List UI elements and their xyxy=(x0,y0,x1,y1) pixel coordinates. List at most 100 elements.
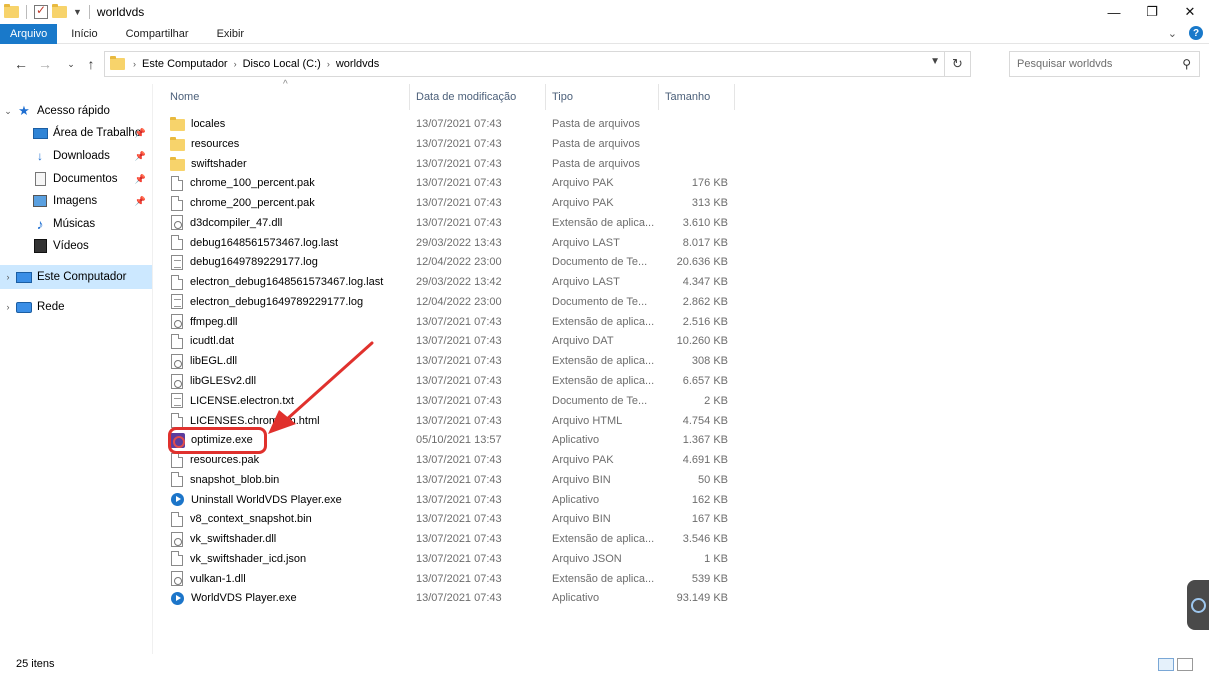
videos-icon xyxy=(32,239,48,253)
file-row[interactable]: WorldVDS Player.exe 13/07/2021 07:43 Aplic… xyxy=(164,588,744,608)
minimize-button[interactable]: — xyxy=(1095,0,1133,24)
file-row[interactable]: swiftshader 13/07/2021 07:43 Pasta de arqu… xyxy=(164,154,744,174)
file-name-cell[interactable]: debug1648561573467.log.last xyxy=(170,235,338,251)
file-name-cell[interactable]: swiftshader xyxy=(170,156,247,171)
tab-arquivo[interactable]: Arquivo xyxy=(0,24,58,44)
file-row[interactable]: v8_context_snapshot.bin 13/07/2021 07:43 A… xyxy=(164,509,744,529)
file-name-cell[interactable]: chrome_200_percent.pak xyxy=(170,195,315,211)
sidebar-item-videos[interactable]: Vídeos xyxy=(0,235,152,257)
expand-chevron-icon[interactable]: ⌄ xyxy=(0,106,16,117)
file-name-cell[interactable]: d3dcompiler_47.dll xyxy=(170,215,282,231)
file-name-cell[interactable]: snapshot_blob.bin xyxy=(170,472,279,488)
expand-chevron-icon[interactable]: › xyxy=(0,272,16,282)
file-row[interactable]: vk_swiftshader_icd.json 13/07/2021 07:43 A… xyxy=(164,549,744,569)
new-folder-icon[interactable] xyxy=(52,4,67,18)
file-row[interactable]: electron_debug1649789229177.log 12/04/202… xyxy=(164,292,744,312)
forward-button[interactable]: → xyxy=(34,53,56,75)
file-type: Arquivo LAST xyxy=(552,236,620,249)
sidebar-item-rede[interactable]: › Rede xyxy=(0,296,152,318)
recent-locations-button[interactable]: ⌄ xyxy=(60,53,82,75)
remote-session-tab[interactable] xyxy=(1187,580,1209,630)
up-button[interactable]: ↑ xyxy=(80,53,102,75)
large-icons-view-button[interactable] xyxy=(1177,658,1193,671)
sidebar-item-imagens[interactable]: Imagens 📌 xyxy=(0,190,152,212)
customize-toolbar-icon[interactable]: ▼ xyxy=(73,7,82,17)
file-name-cell[interactable]: WorldVDS Player.exe xyxy=(170,591,297,605)
refresh-button[interactable]: ↻ xyxy=(944,52,970,76)
file-name-cell[interactable]: chrome_100_percent.pak xyxy=(170,175,315,191)
column-header-name[interactable]: Nome xyxy=(164,84,410,110)
file-row[interactable]: ffmpeg.dll 13/07/2021 07:43 Extensão de ap… xyxy=(164,312,744,332)
breadcrumb-disco-local[interactable]: Disco Local (C:) xyxy=(239,58,325,70)
sidebar-item-documentos[interactable]: Documentos 📌 xyxy=(0,168,152,190)
file-row[interactable]: vulkan-1.dll 13/07/2021 07:43 Extensão de … xyxy=(164,569,744,589)
file-row[interactable]: electron_debug1648561573467.log.last 29/0… xyxy=(164,272,744,292)
file-row[interactable]: debug1649789229177.log 12/04/2022 23:00 Do… xyxy=(164,252,744,272)
address-dropdown-icon[interactable]: ▼ xyxy=(930,56,940,67)
sidebar-item-este-computador[interactable]: › Este Computador xyxy=(0,265,152,289)
file-name-cell[interactable]: locales xyxy=(170,117,225,131)
file-row[interactable]: Uninstall WorldVDS Player.exe 13/07/2021 … xyxy=(164,490,744,510)
file-name-cell[interactable]: Uninstall WorldVDS Player.exe xyxy=(170,493,342,507)
search-box[interactable]: ⚲ xyxy=(1009,51,1200,77)
file-row[interactable]: resources 13/07/2021 07:43 Pasta de arquiv… xyxy=(164,134,744,154)
maximize-button[interactable]: ❐ xyxy=(1133,0,1171,24)
column-header-date[interactable]: Data de modificação xyxy=(410,84,546,110)
breadcrumb-separator[interactable]: › xyxy=(325,59,332,69)
file-row[interactable]: chrome_200_percent.pak 13/07/2021 07:43 Ar… xyxy=(164,193,744,213)
breadcrumb-este-computador[interactable]: Este Computador xyxy=(138,58,232,70)
file-row[interactable]: debug1648561573467.log.last 29/03/2022 13… xyxy=(164,233,744,253)
sidebar-item-acesso-rapido[interactable]: ⌄ ★ Acesso rápido xyxy=(0,100,152,122)
back-button[interactable]: ← xyxy=(10,53,32,75)
column-header-size[interactable]: Tamanho xyxy=(659,84,735,110)
sidebar-item-downloads[interactable]: ↓ Downloads 📌 xyxy=(0,145,152,167)
close-button[interactable]: ✕ xyxy=(1171,0,1209,24)
file-row[interactable]: d3dcompiler_47.dll 13/07/2021 07:43 Extens… xyxy=(164,213,744,233)
file-row[interactable]: LICENSE.electron.txt 13/07/2021 07:43 Docu… xyxy=(164,391,744,411)
file-type: Extensão de aplica... xyxy=(552,315,655,328)
file-row[interactable]: vk_swiftshader.dll 13/07/2021 07:43 Extens… xyxy=(164,529,744,549)
details-view-button[interactable] xyxy=(1158,658,1174,671)
tab-compartilhar[interactable]: Compartilhar xyxy=(112,24,203,44)
file-row[interactable]: locales 13/07/2021 07:43 Pasta de arquivos xyxy=(164,114,744,134)
file-name-cell[interactable]: vk_swiftshader.dll xyxy=(170,531,276,547)
file-row[interactable]: chrome_100_percent.pak 13/07/2021 07:43 Ar… xyxy=(164,173,744,193)
file-name-cell[interactable]: v8_context_snapshot.bin xyxy=(170,511,312,527)
address-bar[interactable]: › Este Computador › Disco Local (C:) › w… xyxy=(104,51,971,77)
sidebar-item-musicas[interactable]: ♪ Músicas xyxy=(0,213,152,235)
properties-icon[interactable] xyxy=(34,3,48,19)
search-icon[interactable]: ⚲ xyxy=(1182,57,1191,71)
file-name-cell[interactable]: LICENSES.chromium.html xyxy=(170,413,320,429)
desktop-icon xyxy=(32,126,48,140)
expand-ribbon-icon[interactable]: ⌄ xyxy=(1168,27,1177,40)
search-input[interactable] xyxy=(1017,58,1177,70)
file-name-cell[interactable]: vulkan-1.dll xyxy=(170,571,246,587)
file-row[interactable]: snapshot_blob.bin 13/07/2021 07:43 Arquivo… xyxy=(164,470,744,490)
file-type: Extensão de aplica... xyxy=(552,375,655,387)
file-name-cell[interactable]: electron_debug1649789229177.log xyxy=(170,294,363,310)
file-name-cell[interactable]: resources.pak xyxy=(170,452,259,468)
file-name-cell[interactable]: libEGL.dll xyxy=(170,353,237,369)
file-name-cell[interactable]: debug1649789229177.log xyxy=(170,254,318,270)
file-name-cell[interactable]: ffmpeg.dll xyxy=(170,314,238,330)
file-row[interactable]: libGLESv2.dll 13/07/2021 07:43 Extensão de… xyxy=(164,371,744,391)
expand-chevron-icon[interactable]: › xyxy=(0,302,16,312)
file-name-cell[interactable]: libGLESv2.dll xyxy=(170,373,256,389)
tab-inicio[interactable]: Início xyxy=(57,24,111,44)
column-header-type[interactable]: Tipo xyxy=(546,84,659,110)
file-name-cell[interactable]: electron_debug1648561573467.log.last xyxy=(170,274,383,290)
file-name-cell[interactable]: LICENSE.electron.txt xyxy=(170,393,294,409)
file-name-cell[interactable]: vk_swiftshader_icd.json xyxy=(170,551,306,567)
file-name-cell[interactable]: icudtl.dat xyxy=(170,333,234,349)
file-row[interactable]: icudtl.dat 13/07/2021 07:43 Arquivo DAT 10.… xyxy=(164,331,744,351)
breadcrumb-separator[interactable]: › xyxy=(131,59,138,69)
tab-exibir[interactable]: Exibir xyxy=(203,24,259,44)
breadcrumb-worldvds[interactable]: worldvds xyxy=(332,58,383,70)
application-icon xyxy=(171,591,184,605)
breadcrumb-separator[interactable]: › xyxy=(232,59,239,69)
file-icon xyxy=(171,511,183,527)
file-row[interactable]: libEGL.dll 13/07/2021 07:43 Extensão de ap… xyxy=(164,351,744,371)
help-icon[interactable]: ? xyxy=(1189,26,1203,40)
file-name-cell[interactable]: resources xyxy=(170,136,239,151)
sidebar-item-area-de-trabalho[interactable]: Área de Trabalho 📌 xyxy=(0,122,152,144)
